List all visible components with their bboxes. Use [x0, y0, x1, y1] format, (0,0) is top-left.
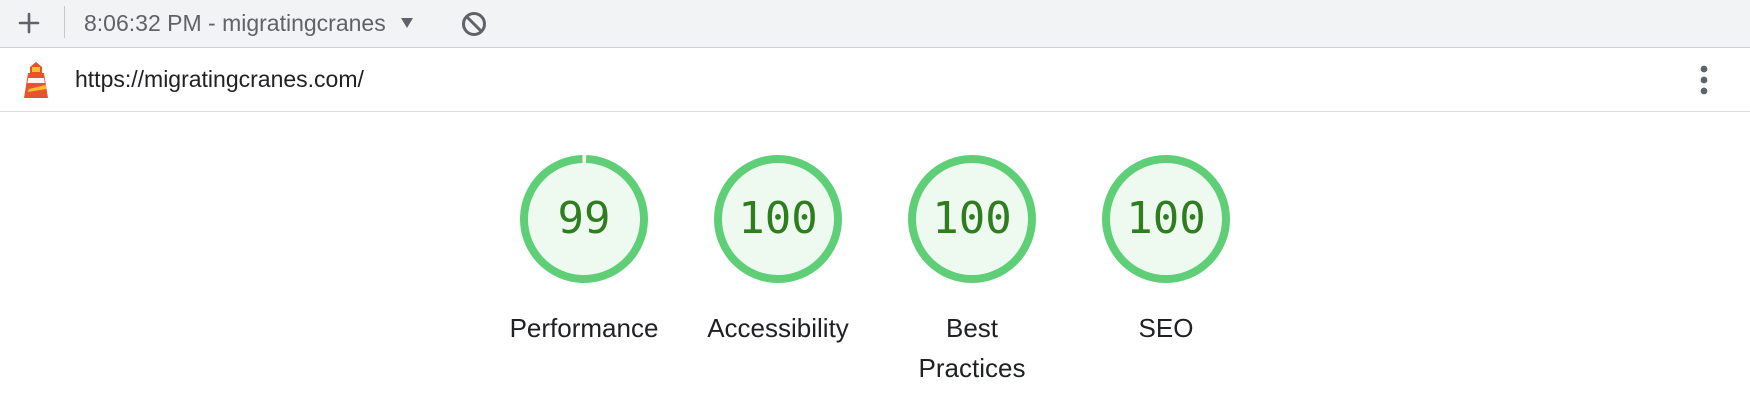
gauge-label: SEO: [1138, 313, 1194, 343]
lighthouse-logo-icon: [24, 62, 48, 98]
gauge-score: 100: [1126, 193, 1206, 244]
gauge-label: Accessibility: [707, 313, 849, 343]
dropdown-arrow-icon: [400, 18, 413, 28]
report-selector[interactable]: 8:06:32 PM - migratingcranes: [84, 8, 414, 38]
gauge-seo[interactable]: 100 SEO: [1076, 152, 1256, 348]
more-vert-icon[interactable]: [1690, 62, 1718, 98]
gauge-best-practices[interactable]: 100 Best Practices: [882, 152, 1062, 388]
gauge-performance[interactable]: 99 Performance: [494, 152, 674, 348]
gauge-label: Best Practices: [918, 313, 1026, 383]
gauge-label: Performance: [509, 313, 659, 343]
report-url-link[interactable]: https://migratingcranes.com/: [75, 48, 364, 110]
gauge-score: 100: [738, 193, 818, 244]
gauge-score: 100: [932, 193, 1012, 244]
toolbar-divider: [64, 6, 65, 38]
gauge-accessibility[interactable]: 100 Accessibility: [688, 152, 868, 348]
lighthouse-toolbar: 8:06:32 PM - migratingcranes: [0, 0, 1750, 48]
report-selector-label: 8:06:32 PM - migratingcranes: [84, 9, 386, 36]
report-url-bar: https://migratingcranes.com/: [0, 48, 1750, 112]
gauge-score: 99: [557, 193, 611, 244]
plus-icon[interactable]: [14, 8, 44, 38]
clear-block-icon[interactable]: [460, 10, 488, 38]
